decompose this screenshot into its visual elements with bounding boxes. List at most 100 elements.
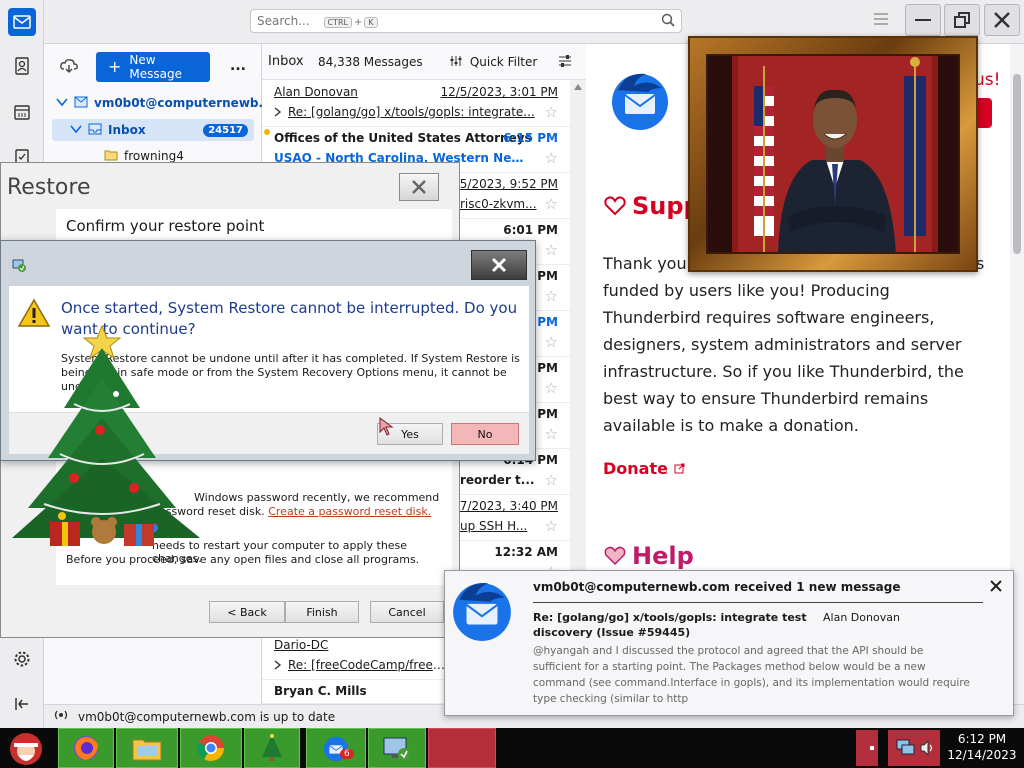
account-row[interactable]: vm0b0t@computernewb....	[44, 92, 277, 114]
message-count: 84,338 Messages	[318, 55, 423, 69]
search-input[interactable]: Search... CTRL + K	[250, 9, 682, 33]
mail-icon[interactable]	[8, 8, 36, 36]
confirm-close-button[interactable]	[471, 250, 527, 280]
minimize-button[interactable]	[905, 4, 941, 36]
folder-pane-menu-button[interactable]: ...	[230, 58, 246, 74]
taskbar: 6 6:12 PM 12/14/2023	[0, 728, 1024, 768]
notification-divider	[533, 602, 983, 603]
taskbar-chrome[interactable]	[180, 728, 242, 768]
star-icon[interactable]: ☆	[545, 287, 558, 305]
volume-icon[interactable]	[920, 739, 936, 759]
donate-link[interactable]: Donate	[603, 459, 685, 478]
settings-gear-icon[interactable]	[8, 645, 36, 673]
clock-time: 6:12 PM	[957, 732, 1007, 746]
thunderbird-logo-icon	[608, 68, 672, 132]
finish-button[interactable]: Finish	[285, 601, 359, 623]
restore-title: Restore	[7, 175, 91, 200]
taskbar-christmas-tree[interactable]	[244, 728, 300, 768]
start-button[interactable]	[4, 729, 48, 767]
message-sender: Offices of the United States Attorneys	[274, 131, 532, 145]
reader-red-button[interactable]	[978, 98, 992, 128]
message-date: PM	[537, 269, 558, 283]
message-date: PM	[537, 361, 558, 375]
message-row[interactable]: Alan Donovan 12/5/2023, 3:01 PM Re: [gol…	[262, 81, 570, 127]
restore-close-button[interactable]	[399, 173, 439, 201]
message-date: 6:01 PM	[503, 223, 558, 237]
list-title: Inbox	[268, 54, 304, 69]
inbox-icon	[88, 123, 102, 138]
close-window-button[interactable]	[984, 4, 1020, 36]
taskbar-badge: 6	[340, 749, 354, 759]
notification-dot-icon	[870, 746, 874, 750]
star-icon[interactable]: ☆	[545, 333, 558, 351]
online-status-icon	[52, 709, 70, 724]
star-icon[interactable]: ☆	[545, 517, 558, 535]
display-options-icon[interactable]	[558, 54, 572, 72]
mouse-cursor-icon	[379, 417, 395, 440]
quick-filter-button[interactable]: Quick Filter	[450, 55, 537, 69]
star-icon[interactable]: ☆	[545, 471, 558, 489]
taskbar-empty-slot[interactable]	[428, 728, 496, 768]
chevron-right-icon[interactable]	[274, 659, 282, 673]
address-book-icon[interactable]	[8, 52, 36, 80]
reader-scroll-thumb[interactable]	[1013, 74, 1021, 254]
chevron-right-icon[interactable]	[274, 106, 282, 120]
taskbar-explorer[interactable]	[116, 728, 178, 768]
collapse-spaces-icon[interactable]	[8, 690, 36, 718]
network-icon[interactable]	[896, 738, 916, 759]
account-name: vm0b0t@computernewb....	[94, 96, 277, 110]
folder-inbox[interactable]: Inbox 24517	[52, 119, 254, 141]
calendar-icon[interactable]	[8, 98, 36, 126]
plus-icon: +	[108, 57, 122, 76]
body-line: funded by users like you! Producing	[603, 281, 890, 300]
app-menu-icon[interactable]	[874, 13, 888, 27]
star-icon[interactable]: ☆	[545, 103, 558, 121]
message-subject: reorder t...	[460, 473, 535, 487]
clock-date: 12/14/2023	[947, 748, 1017, 762]
body-line: best way to ensure Thunderbird remains	[603, 389, 929, 408]
taskbar-system-restore[interactable]	[368, 728, 426, 768]
system-restore-small-icon	[11, 257, 27, 276]
star-icon[interactable]: ☆	[545, 195, 558, 213]
message-subject: Re: [freeCodeCamp/freeCo...	[288, 658, 448, 672]
inbox-label: Inbox	[108, 123, 146, 137]
notification-sender: Alan Donovan	[823, 611, 900, 624]
new-mail-notification[interactable]: vm0b0t@computernewb.com received 1 new m…	[444, 570, 1014, 716]
get-messages-icon[interactable]	[60, 58, 78, 77]
star-icon[interactable]: ☆	[545, 425, 558, 443]
body-line: designers, system administrators and ser…	[603, 335, 962, 354]
no-label: No	[477, 427, 493, 441]
notification-preview-line1: @hyangah and I discussed the protocol an…	[533, 645, 924, 657]
taskbar-firefox[interactable]	[58, 728, 114, 768]
clock[interactable]: 6:12 PM 12/14/2023	[944, 731, 1020, 765]
body-line: Thunderbird requires software engineers,	[603, 308, 935, 327]
taskbar-thunderbird[interactable]: 6	[306, 728, 366, 768]
search-icon[interactable]	[661, 13, 675, 30]
message-sender: Alan Donovan	[274, 85, 358, 99]
notification-title: vm0b0t@computernewb.com received 1 new m…	[533, 580, 901, 594]
folder-label: frowning4	[124, 149, 184, 163]
chevron-down-icon[interactable]	[56, 96, 68, 110]
notification-thunderbird-icon	[449, 577, 515, 643]
framed-portrait[interactable]	[688, 36, 978, 272]
star-icon[interactable]: ☆	[545, 149, 558, 167]
create-password-reset-link[interactable]: Create a password reset disk.	[268, 505, 431, 518]
back-button[interactable]: < Back	[209, 601, 285, 623]
restore-window-button[interactable]	[944, 4, 980, 36]
message-date: PM	[537, 407, 558, 421]
notification-close-button[interactable]	[989, 579, 1003, 596]
message-date: 12/5/2023, 3:01 PM	[440, 85, 558, 99]
heart-icon	[604, 196, 626, 219]
cancel-button[interactable]: Cancel	[370, 601, 444, 623]
body-line: infrastructure. So if you like Thunderbi…	[603, 362, 964, 381]
scroll-up-arrow-icon[interactable]	[574, 84, 582, 90]
new-message-button[interactable]: + New Message	[96, 52, 210, 82]
star-icon[interactable]: ☆	[545, 241, 558, 259]
chevron-down-icon[interactable]	[70, 123, 82, 137]
unread-dot-icon	[264, 129, 270, 135]
no-button[interactable]: No	[451, 423, 519, 445]
star-icon[interactable]: ☆	[545, 379, 558, 397]
christmas-tree-decoration[interactable]	[4, 318, 214, 558]
message-subject: Re: [golang/go] x/tools/gopls: integrate…	[288, 105, 535, 119]
notification-subject-line1: Re: [golang/go] x/tools/gopls: integrate…	[533, 611, 807, 624]
